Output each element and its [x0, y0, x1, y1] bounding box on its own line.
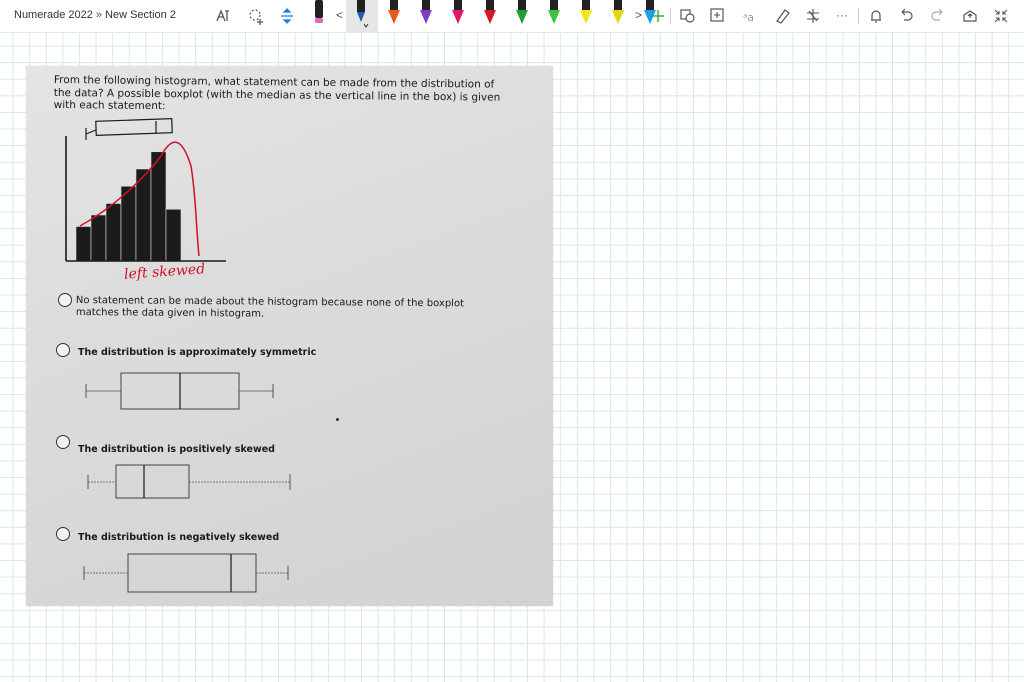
add-pen-icon[interactable]	[648, 6, 668, 26]
eraser-icon[interactable]	[772, 6, 792, 26]
photo-speck	[336, 418, 339, 421]
marker-pink-icon[interactable]	[312, 0, 326, 26]
pen-color-icon[interactable]	[545, 0, 563, 30]
histogram-bar	[120, 185, 137, 262]
breadcrumb-separator: »	[95, 9, 103, 21]
option-1-radio[interactable]	[58, 293, 72, 307]
ink-to-text-icon[interactable]	[214, 6, 234, 26]
histogram-bar	[135, 168, 152, 262]
more-options-icon[interactable]: ···	[836, 8, 848, 22]
toolbar-divider	[858, 8, 859, 24]
histogram-bar	[165, 208, 182, 262]
add-space-icon[interactable]	[277, 6, 297, 26]
worksheet-photo[interactable]: From the following histogram, what state…	[26, 66, 553, 606]
option-1-label: No statement can be made about the histo…	[75, 295, 465, 320]
top-boxplot-whisker-left	[85, 129, 97, 135]
histogram-bar	[90, 214, 107, 262]
section-name[interactable]: New Section 2	[105, 9, 176, 21]
pens-scroll-right-icon[interactable]: >	[635, 8, 642, 22]
pen-color-icon[interactable]	[609, 0, 627, 30]
option-3-radio[interactable]	[56, 435, 70, 449]
app-toolbar: Numerade 2022» New Section 2 < > ᵃa ···	[0, 0, 1024, 33]
toolbar-divider	[670, 8, 671, 24]
option-4-radio[interactable]	[56, 527, 70, 541]
pen-color-icon[interactable]	[481, 0, 499, 30]
share-icon[interactable]	[960, 6, 980, 26]
top-boxplot-box	[95, 118, 173, 136]
ink-to-math-icon[interactable]	[708, 6, 728, 26]
notifications-icon[interactable]	[866, 6, 886, 26]
option-4-boxplot	[83, 553, 289, 593]
option-4-label: The distribution is negatively skewed	[78, 532, 280, 543]
histogram-figure	[65, 118, 226, 262]
notebook-name[interactable]: Numerade 2022	[14, 9, 93, 21]
pen-color-icon[interactable]	[513, 0, 531, 30]
lasso-select-icon[interactable]	[246, 6, 266, 26]
histogram-bar	[150, 151, 167, 262]
ruler-icon[interactable]	[803, 6, 823, 26]
replay-ink-icon[interactable]: ᵃa	[740, 6, 760, 26]
boxplot-box	[127, 553, 257, 593]
pen-color-icon[interactable]	[449, 0, 467, 30]
histogram-bar	[75, 226, 92, 262]
undo-icon[interactable]	[896, 6, 916, 26]
pen-color-icon[interactable]	[577, 0, 595, 30]
histogram-bar	[105, 203, 122, 262]
option-2-radio[interactable]	[56, 343, 70, 357]
pen-blue-selected-icon[interactable]	[352, 0, 370, 30]
boxplot-box	[115, 464, 190, 499]
option-2-boxplot	[85, 372, 274, 410]
option-2-label: The distribution is approximately symmet…	[78, 347, 317, 358]
fullscreen-icon[interactable]	[991, 6, 1011, 26]
question-text: From the following histogram, what state…	[53, 74, 501, 113]
redo-icon[interactable]	[928, 6, 948, 26]
option-3-label: The distribution is positively skewed	[78, 444, 275, 455]
pen-color-icon[interactable]	[417, 0, 435, 30]
pens-scroll-left-icon[interactable]: <	[336, 8, 343, 22]
ink-to-shape-icon[interactable]	[678, 6, 698, 26]
svg-text:ᵃa: ᵃa	[743, 11, 754, 24]
histogram-bars	[75, 151, 182, 262]
option-3-boxplot	[87, 464, 291, 499]
breadcrumb: Numerade 2022» New Section 2	[14, 9, 176, 21]
pen-color-icon[interactable]	[385, 0, 403, 30]
